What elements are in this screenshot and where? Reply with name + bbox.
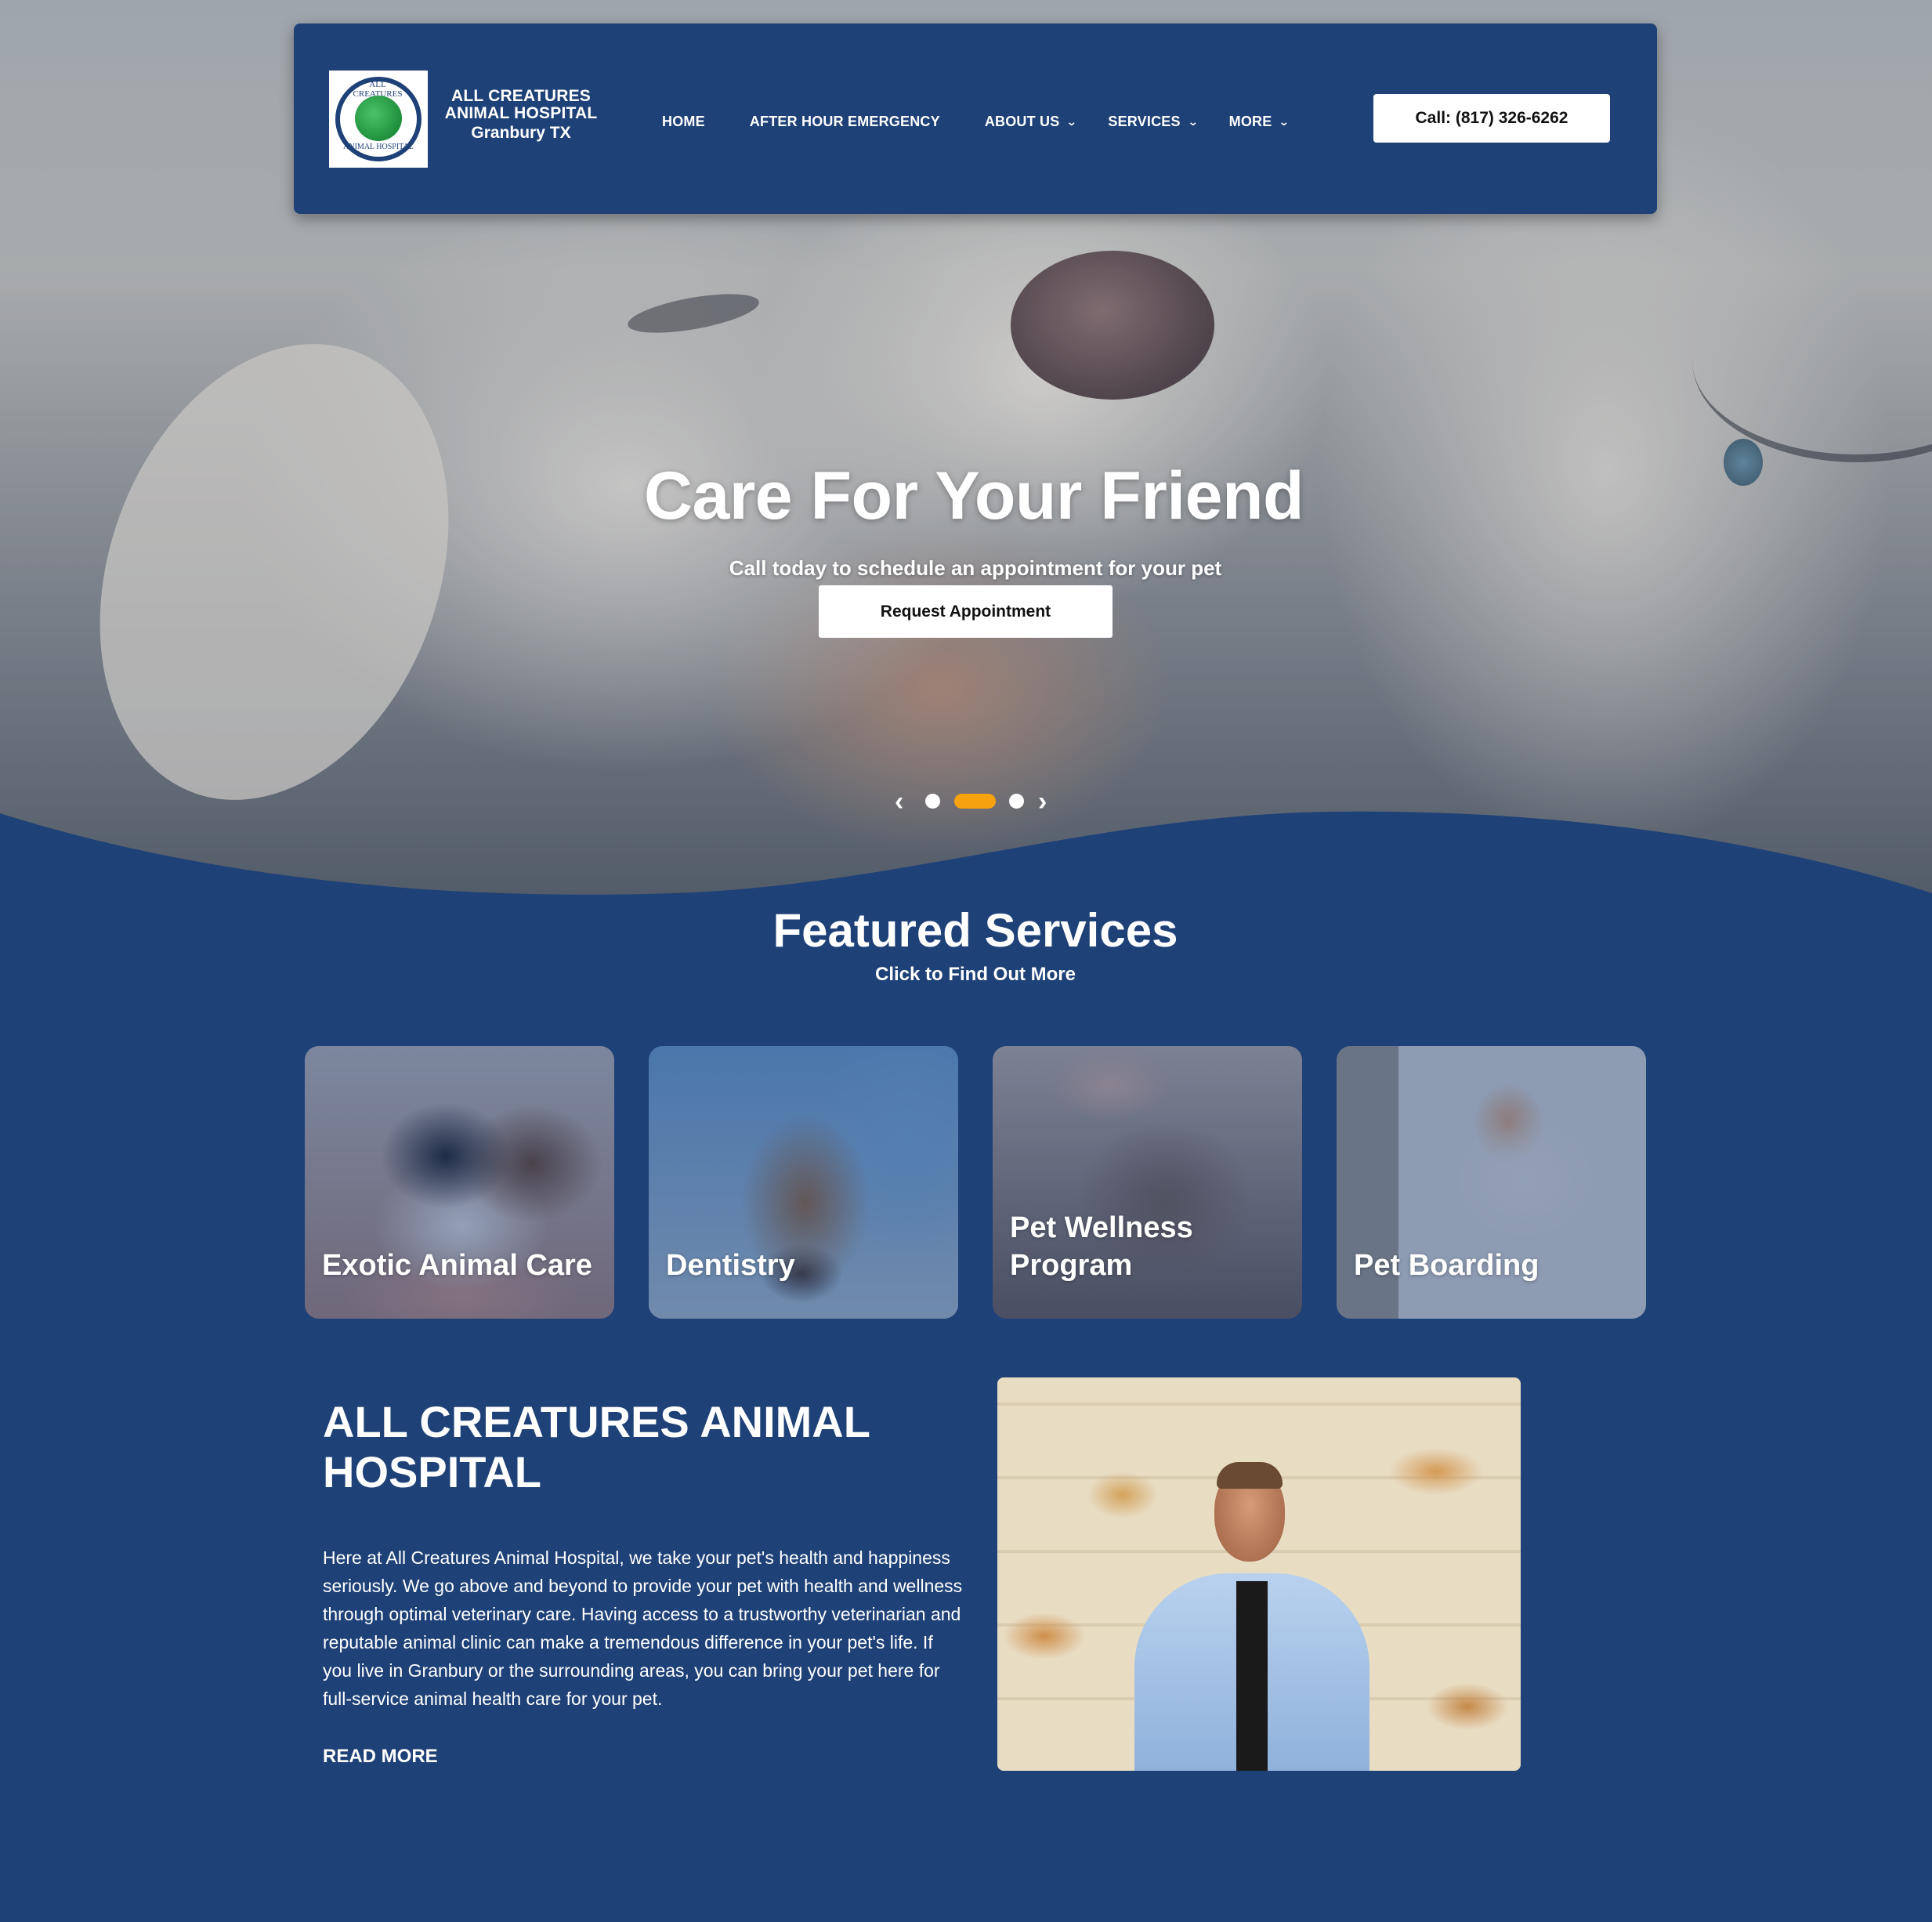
veterinarian-photo <box>997 1377 1521 1771</box>
featured-services-title: Featured Services <box>772 904 1178 957</box>
service-card-label: Dentistry <box>666 1249 795 1282</box>
nav-item-label: HOME <box>662 113 705 129</box>
hero-title: Care For Your Friend <box>643 458 1304 534</box>
service-card-label: Pet Boarding <box>1354 1249 1539 1282</box>
nav-item-about-us[interactable]: ABOUT US ⌄ <box>984 113 1078 130</box>
nav-item-more[interactable]: MORE ⌄ <box>1229 114 1290 130</box>
brand-line-2: ANIMAL HOSPITAL <box>444 104 598 122</box>
chevron-down-icon: ⌄ <box>1187 114 1199 128</box>
brand-line-1: ALL CREATURES <box>451 87 591 105</box>
photo-hair <box>1217 1462 1283 1489</box>
main-nav: HOME AFTER HOUR EMERGENCY ABOUT US ⌄ SER… <box>662 110 1320 133</box>
nav-item-after-hour-emergency[interactable]: AFTER HOUR EMERGENCY <box>750 114 940 130</box>
brand-location: Granbury TX <box>471 124 571 142</box>
nav-item-label: ABOUT US <box>984 113 1060 129</box>
request-appointment-button[interactable]: Request Appointment <box>819 585 1113 638</box>
nav-item-services[interactable]: SERVICES ⌄ <box>1108 113 1199 130</box>
chevron-right-icon[interactable]: › <box>1038 786 1047 817</box>
read-more-link[interactable]: READ MORE <box>323 1746 438 1768</box>
service-card-exotic-animal-care[interactable]: Exotic Animal Care <box>305 1046 614 1319</box>
globe-icon <box>355 96 402 141</box>
nav-item-label: SERVICES <box>1108 113 1181 129</box>
service-card-label: Exotic Animal Care <box>322 1249 592 1282</box>
nav-item-home[interactable]: HOME <box>662 114 705 130</box>
slider-dot-2-active[interactable] <box>954 794 996 809</box>
about-title: ALL CREATURES ANIMAL HOSPITAL <box>323 1397 870 1497</box>
about-text: Here at All Creatures Animal Hospital, w… <box>323 1547 963 1709</box>
service-card-pet-boarding[interactable]: Pet Boarding <box>1337 1046 1646 1319</box>
call-button[interactable]: Call: (817) 326-6262 <box>1373 94 1610 143</box>
logo-ring-text-bottom: ANIMAL HOSPITAL <box>343 143 414 151</box>
hero-subtitle: Call today to schedule an appointment fo… <box>729 556 1222 580</box>
brand-name[interactable]: ALL CREATURES ANIMAL HOSPITAL Granbury T… <box>443 88 599 144</box>
chevron-down-icon: ⌄ <box>1279 114 1290 128</box>
nav-item-label: AFTER HOUR EMERGENCY <box>749 113 940 129</box>
service-card-pet-wellness-program[interactable]: Pet Wellness Program <box>993 1046 1302 1319</box>
photo-shirt <box>1236 1581 1268 1771</box>
chevron-left-icon[interactable]: ‹ <box>895 786 903 817</box>
site-header: ALL CREATURES ANIMAL HOSPITAL ALL CREATU… <box>294 24 1657 214</box>
service-card-dentistry[interactable]: Dentistry <box>649 1046 958 1319</box>
service-card-label: Pet Wellness Program <box>1010 1211 1193 1282</box>
nav-item-label: MORE <box>1228 113 1272 129</box>
chevron-down-icon: ⌄ <box>1066 114 1078 128</box>
featured-services-subtitle: Click to Find Out More <box>875 964 1076 985</box>
slider-dot-1[interactable] <box>925 794 940 809</box>
slider-dot-3[interactable] <box>1009 794 1024 809</box>
logo[interactable]: ALL CREATURES ANIMAL HOSPITAL <box>329 71 428 168</box>
